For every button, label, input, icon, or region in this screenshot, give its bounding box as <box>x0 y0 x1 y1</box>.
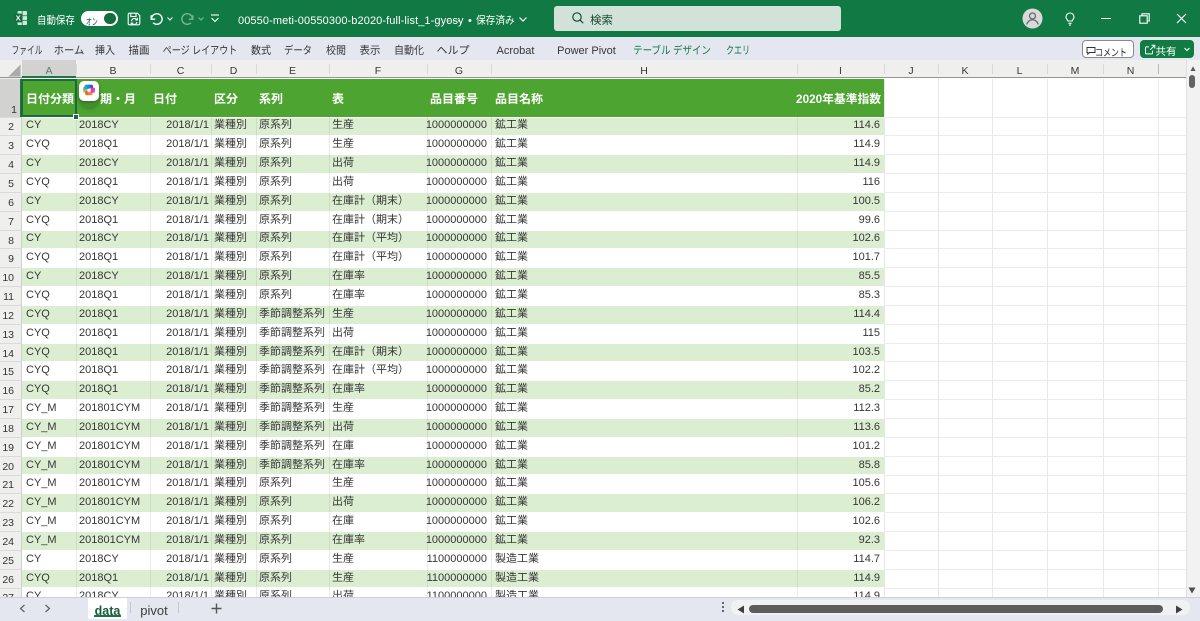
svg-text:X: X <box>16 13 21 22</box>
